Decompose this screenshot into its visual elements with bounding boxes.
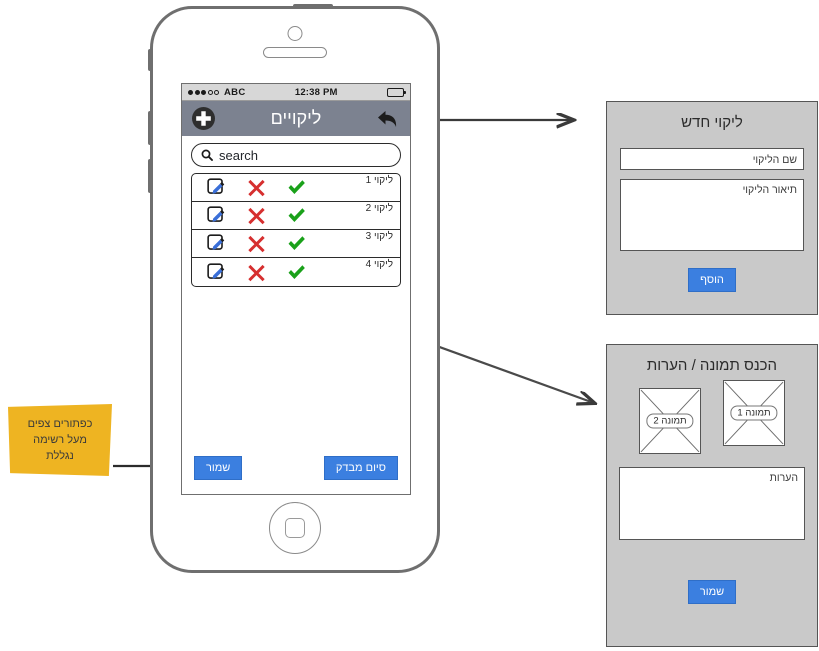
defect-label: ליקוי 2 (365, 203, 393, 214)
image-slot-1[interactable]: תמונה 1 (723, 380, 785, 446)
green-check-icon[interactable] (287, 206, 306, 225)
sticky-note-line-2: מעל רשימה (33, 434, 87, 446)
phone-mockup-frame: ABC 12:38 PM ליקויים search ליקוי 1 ליקו… (148, 4, 440, 573)
defect-list: ליקוי 1 ליקוי 2 ליקוי 3 ליקוי 4 (191, 173, 401, 287)
phone-screen: ABC 12:38 PM ליקויים search ליקוי 1 ליקו… (181, 83, 411, 495)
red-x-icon[interactable] (247, 263, 266, 282)
phone-volume-up-button[interactable] (148, 111, 153, 145)
edit-pencil-icon[interactable] (206, 178, 226, 197)
image-slot-1-label: תמונה 1 (730, 405, 778, 421)
table-row[interactable]: ליקוי 4 (192, 258, 400, 286)
floating-action-buttons: שמור סיום מבדק (182, 456, 410, 480)
battery-icon (387, 87, 406, 97)
phone-volume-down-button[interactable] (148, 159, 153, 193)
phone-silent-switch[interactable] (148, 49, 153, 71)
sticky-note-line-1: כפתורים צפים (27, 418, 93, 430)
green-check-icon[interactable] (287, 263, 306, 282)
app-nav-bar: ליקויים (182, 101, 410, 136)
status-bar: ABC 12:38 PM (182, 84, 410, 101)
edit-pencil-icon[interactable] (206, 206, 226, 225)
defect-name-input[interactable]: שם הליקוי (620, 148, 804, 170)
new-defect-panel-title: ליקוי חדש (681, 114, 743, 131)
red-x-icon[interactable] (247, 178, 266, 197)
add-defect-button[interactable]: הוסף (688, 268, 736, 292)
finish-audit-button[interactable]: סיום מבדק (323, 456, 398, 480)
search-icon (201, 149, 213, 161)
sticky-note-line-3: נגללת (46, 450, 74, 462)
earpiece-speaker (263, 47, 327, 58)
image-notes-panel-title: הכנס תמונה / הערות (646, 357, 778, 374)
edit-pencil-icon[interactable] (206, 234, 226, 253)
signal-strength-icon (188, 89, 219, 95)
save-image-notes-button[interactable]: שמור (687, 580, 737, 604)
phone-power-button[interactable] (293, 4, 333, 9)
status-bar-clock: 12:38 PM (294, 86, 338, 98)
sticky-note-annotation: כפתורים צפים מעל רשימה נגללת (8, 404, 112, 476)
search-placeholder-text: search (219, 147, 259, 163)
image-slot-2[interactable]: תמונה 2 (639, 388, 701, 454)
search-input[interactable]: search (191, 143, 401, 167)
image-slot-group: תמונה 1 תמונה 2 (607, 380, 817, 454)
image-notes-panel: הכנס תמונה / הערות תמונה 1 תמונה 2 הערות… (606, 344, 818, 647)
red-x-icon[interactable] (247, 206, 266, 225)
plus-circle-icon[interactable] (191, 106, 216, 131)
defect-label: ליקוי 4 (365, 259, 393, 270)
save-button[interactable]: שמור (194, 456, 243, 480)
home-button[interactable] (269, 502, 321, 554)
red-x-icon[interactable] (247, 234, 266, 253)
green-check-icon[interactable] (287, 178, 306, 197)
image-slot-2-label: תמונה 2 (646, 413, 694, 429)
home-button-square-icon (285, 518, 305, 538)
defect-description-textarea[interactable]: תיאור הליקוי (620, 179, 804, 251)
table-row[interactable]: ליקוי 3 (192, 230, 400, 258)
new-defect-panel: ליקוי חדש שם הליקוי תיאור הליקוי הוסף (606, 101, 818, 315)
notes-textarea[interactable]: הערות (619, 467, 805, 540)
back-arrow-icon[interactable] (375, 108, 401, 130)
edit-pencil-icon[interactable] (206, 262, 226, 282)
table-row[interactable]: ליקוי 2 (192, 202, 400, 230)
green-check-icon[interactable] (287, 234, 306, 253)
front-camera-icon (287, 26, 303, 41)
defect-label: ליקוי 1 (365, 175, 393, 186)
defect-label: ליקוי 3 (365, 231, 393, 242)
carrier-label: ABC (224, 86, 246, 98)
table-row[interactable]: ליקוי 1 (192, 174, 400, 202)
